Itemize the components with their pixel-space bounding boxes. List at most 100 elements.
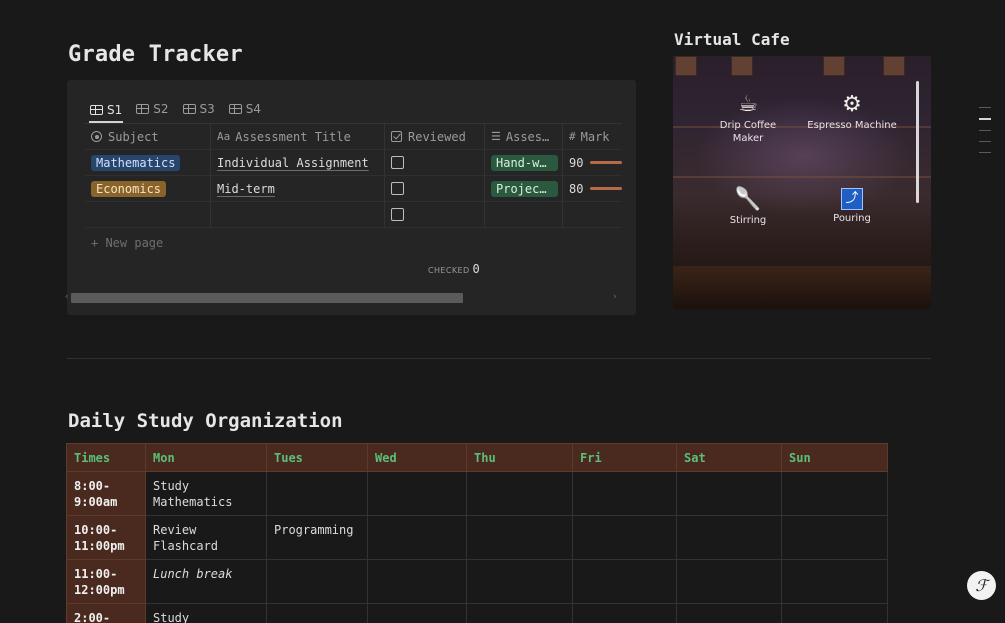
sun-cell[interactable] (781, 515, 888, 560)
column-header-assessment[interactable]: ☰ Asses… (485, 124, 563, 149)
schedule-row: 8:00-9:00am Study Mathematics (66, 471, 888, 516)
header-times: Times (66, 443, 146, 472)
title-cell[interactable]: Individual Assignment (211, 150, 385, 175)
stirring-button[interactable]: 🥄 Stirring (703, 187, 793, 227)
tues-cell[interactable] (266, 471, 368, 516)
tab-s2[interactable]: S2 (135, 98, 169, 120)
grade-tracker-database: S1 S2 S3 S4 Subject Aa Assessment Title R… (64, 80, 636, 315)
subject-cell[interactable] (85, 202, 211, 227)
fri-cell[interactable] (572, 515, 677, 560)
reviewed-cell (385, 176, 485, 201)
time-cell[interactable]: 2:00- (66, 603, 146, 623)
horizontal-scrollbar[interactable] (71, 293, 617, 303)
grade-table: Subject Aa Assessment Title Reviewed ☰ Ass… (85, 123, 622, 228)
sun-cell[interactable] (781, 603, 888, 623)
outline-marker[interactable] (979, 152, 991, 153)
thu-cell[interactable] (466, 515, 573, 560)
table-header-row: Subject Aa Assessment Title Reviewed ☰ Ass… (85, 124, 622, 150)
header-mon: Mon (145, 443, 267, 472)
tues-cell[interactable]: Programming (266, 515, 368, 560)
tues-cell[interactable] (266, 603, 368, 623)
subject-tag: Mathematics (91, 154, 181, 171)
time-cell[interactable]: 8:00-9:00am (66, 471, 146, 516)
column-header-title[interactable]: Aa Assessment Title (211, 124, 385, 149)
sun-cell[interactable] (781, 471, 888, 516)
pouring-button[interactable]: ⤴ Pouring (807, 188, 897, 225)
column-header-mark[interactable]: # Mark (563, 124, 622, 149)
sat-cell[interactable] (676, 559, 782, 604)
tab-s1[interactable]: S1 (89, 98, 124, 123)
tab-s4[interactable]: S4 (228, 98, 262, 120)
cafe-scrollbar[interactable] (916, 81, 919, 203)
wed-cell[interactable] (367, 559, 467, 604)
header-sat: Sat (676, 443, 782, 472)
mark-bar (590, 161, 622, 164)
checked-summary: CHECKED 0 (428, 262, 481, 276)
checkbox-icon (391, 131, 402, 142)
tues-cell[interactable] (266, 559, 368, 604)
sat-cell[interactable] (676, 471, 782, 516)
help-avatar-icon[interactable]: ℱ (967, 571, 996, 600)
schedule-header-row: Times Mon Tues Wed Thu Fri Sat Sun (66, 443, 888, 472)
assessment-cell[interactable]: Projec… (485, 176, 563, 201)
time-cell[interactable]: 11:00-12:00pm (66, 559, 146, 604)
espresso-machine-button[interactable]: ⚙ Espresso Machine (807, 92, 897, 132)
cafe-title: Virtual Cafe (674, 30, 790, 49)
reviewed-checkbox[interactable] (391, 182, 404, 195)
mark-cell[interactable] (563, 202, 622, 227)
fri-cell[interactable] (572, 471, 677, 516)
table-row (85, 202, 622, 228)
reviewed-cell (385, 202, 485, 227)
reviewed-checkbox[interactable] (391, 208, 404, 221)
wed-cell[interactable] (367, 603, 467, 623)
table-icon (182, 104, 196, 114)
drip-coffee-maker-button[interactable]: ☕ Drip Coffee Maker (703, 92, 793, 145)
mon-cell[interactable]: Study Mathematics (145, 471, 267, 516)
schedule-row: 10:00-11:00pm Review Flashcard Programmi… (66, 515, 888, 560)
thu-cell[interactable] (466, 603, 573, 623)
shelf (673, 176, 931, 178)
fri-cell[interactable] (572, 559, 677, 604)
subject-cell[interactable]: Mathematics (85, 150, 211, 175)
sun-cell[interactable] (781, 559, 888, 604)
mon-cell[interactable]: Review Flashcard (145, 515, 267, 560)
fri-cell[interactable] (572, 603, 677, 623)
schedule-row: 11:00-12:00pm Lunch break (66, 559, 888, 604)
thu-cell[interactable] (466, 471, 573, 516)
wed-cell[interactable] (367, 471, 467, 516)
sat-cell[interactable] (676, 603, 782, 623)
table-row: Economics Mid-term Projec… 80 (85, 176, 622, 202)
list-icon: ☰ (491, 130, 501, 143)
title-cell[interactable]: Mid-term (211, 176, 385, 201)
header-thu: Thu (466, 443, 573, 472)
sat-cell[interactable] (676, 515, 782, 560)
assessment-cell[interactable]: Hand-w… (485, 150, 563, 175)
subject-cell[interactable]: Economics (85, 176, 211, 201)
new-page-button[interactable]: + New page (91, 236, 163, 250)
outline-marker[interactable] (979, 141, 991, 142)
mon-cell[interactable]: Study (145, 603, 267, 623)
assessment-cell[interactable] (485, 202, 563, 227)
outline-marker[interactable] (979, 107, 991, 108)
reviewed-checkbox[interactable] (391, 156, 404, 169)
tab-s3[interactable]: S3 (182, 98, 216, 120)
virtual-cafe-widget: ☕ Drip Coffee Maker ⚙ Espresso Machine 🥄 St… (673, 56, 931, 309)
outline-marker[interactable] (979, 130, 991, 131)
mark-cell[interactable]: 80 (563, 176, 622, 201)
mark-bar (590, 187, 622, 190)
time-cell[interactable]: 10:00-11:00pm (66, 515, 146, 560)
mark-cell[interactable]: 90 (563, 150, 622, 175)
title-cell[interactable] (211, 202, 385, 227)
mon-cell[interactable]: Lunch break (145, 559, 267, 604)
pouring-icon: ⤴ (841, 188, 863, 210)
scroll-left-arrow-icon[interactable]: ‹ (64, 292, 69, 302)
scrollbar-thumb[interactable] (71, 293, 463, 303)
select-icon (91, 131, 102, 142)
scroll-right-arrow-icon[interactable]: › (612, 292, 617, 302)
column-header-reviewed[interactable]: Reviewed (385, 124, 485, 149)
outline-marker-active[interactable] (979, 118, 991, 120)
coffee-cup-icon: ☕ (738, 92, 758, 117)
column-header-subject[interactable]: Subject (85, 124, 211, 149)
wed-cell[interactable] (367, 515, 467, 560)
thu-cell[interactable] (466, 559, 573, 604)
